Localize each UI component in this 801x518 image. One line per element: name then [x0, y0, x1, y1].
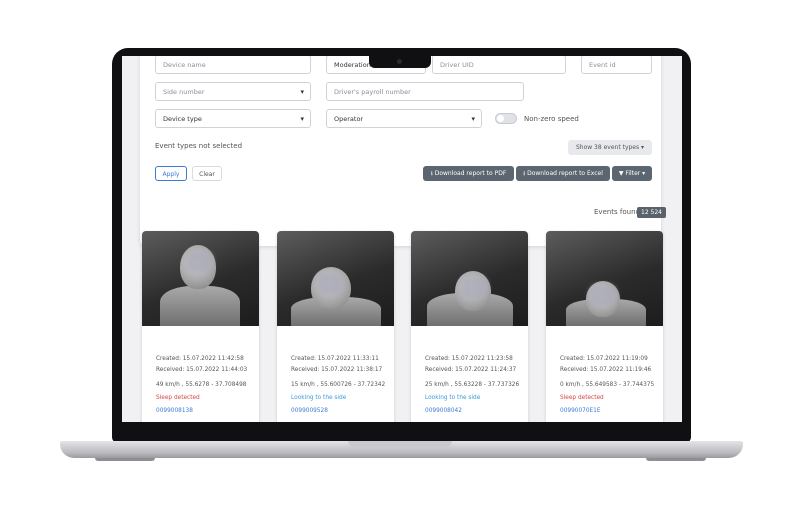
device-id-link[interactable]: 0099009528 — [291, 408, 328, 414]
received-time: Received: 15.07.2022 11:38:17 — [291, 367, 383, 373]
created-time: Created: 15.07.2022 11:23:58 — [425, 356, 513, 362]
speed-location: 49 km/h , 55.6278 - 37.708498 — [156, 382, 247, 388]
app-screen: Device name Moderation Driver UID Event … — [122, 56, 682, 422]
event-card[interactable]: Created: 15.07.2022 11:42:58 Received: 1… — [142, 231, 259, 422]
event-photo[interactable] — [411, 231, 528, 326]
event-card[interactable]: Created: 15.07.2022 11:33:11 Received: 1… — [277, 231, 394, 422]
show-event-types-label: Show 38 event types — [575, 144, 640, 151]
event-photo[interactable] — [277, 231, 394, 326]
speed-location: 0 km/h , 55.649583 - 37.744375 — [560, 382, 655, 388]
apply-button[interactable]: Apply — [155, 166, 187, 181]
speed-location: 15 km/h , 55.600726 - 37.72342 — [291, 382, 386, 388]
event-type: Sleep detected — [560, 395, 604, 401]
filter-button[interactable]: ▼ Filter ▾ — [612, 166, 652, 181]
created-time: Created: 15.07.2022 11:33:11 — [291, 356, 379, 362]
device-name-input[interactable]: Device name — [155, 56, 311, 74]
device-id-link[interactable]: 0099008138 — [156, 408, 193, 414]
download-pdf-label: Download report to PDF — [434, 170, 507, 177]
event-type: Sleep detected — [156, 395, 200, 401]
clear-button[interactable]: Clear — [192, 166, 222, 181]
non-zero-speed-toggle[interactable] — [495, 113, 517, 124]
show-event-types-button[interactable]: Show 38 event types ▾ — [568, 140, 652, 155]
download-pdf-button[interactable]: ⭳ Download report to PDF — [423, 166, 514, 181]
side-number-select[interactable]: Side number — [155, 82, 311, 102]
speed-location: 25 km/h , 55.63228 - 37.737326 — [425, 382, 520, 388]
device-type-select[interactable]: Device type — [155, 109, 311, 129]
download-excel-button[interactable]: ⭳ Download report to Excel — [516, 166, 610, 181]
event-card[interactable]: Created: 15.07.2022 11:23:58 Received: 1… — [411, 231, 528, 422]
laptop-foot — [646, 458, 706, 461]
created-time: Created: 15.07.2022 11:19:09 — [560, 356, 648, 362]
event-photo[interactable] — [142, 231, 259, 326]
laptop-opening-notch — [348, 441, 452, 447]
received-time: Received: 15.07.2022 11:19:46 — [560, 367, 652, 373]
event-photo[interactable] — [546, 231, 663, 326]
filter-label: Filter — [625, 170, 641, 177]
event-id-input[interactable]: Event id — [581, 56, 652, 74]
events-found-count: 12 524 — [637, 207, 666, 218]
driver-uid-input[interactable]: Driver UID — [432, 56, 566, 74]
device-id-link[interactable]: 00990070E1E — [560, 408, 601, 414]
laptop-foot — [95, 458, 155, 461]
non-zero-speed-label: Non-zero speed — [524, 115, 579, 123]
download-excel-label: Download report to Excel — [527, 170, 603, 177]
filter-panel: Device name Moderation Driver UID Event … — [140, 56, 661, 246]
event-type: Looking to the side — [425, 395, 481, 401]
event-type: Looking to the side — [291, 395, 347, 401]
device-id-link[interactable]: 0099008042 — [425, 408, 462, 414]
operator-select[interactable]: Operator — [326, 109, 482, 129]
camera-icon — [397, 59, 402, 64]
event-types-status: Event types not selected — [155, 142, 243, 150]
event-card[interactable]: Created: 15.07.2022 11:19:09 Received: 1… — [546, 231, 663, 422]
payroll-number-input[interactable]: Driver's payroll number — [326, 82, 524, 101]
created-time: Created: 15.07.2022 11:42:58 — [156, 356, 244, 362]
received-time: Received: 15.07.2022 11:24:37 — [425, 367, 517, 373]
received-time: Received: 15.07.2022 11:44:03 — [156, 367, 248, 373]
events-found-label: Events found — [594, 208, 640, 216]
